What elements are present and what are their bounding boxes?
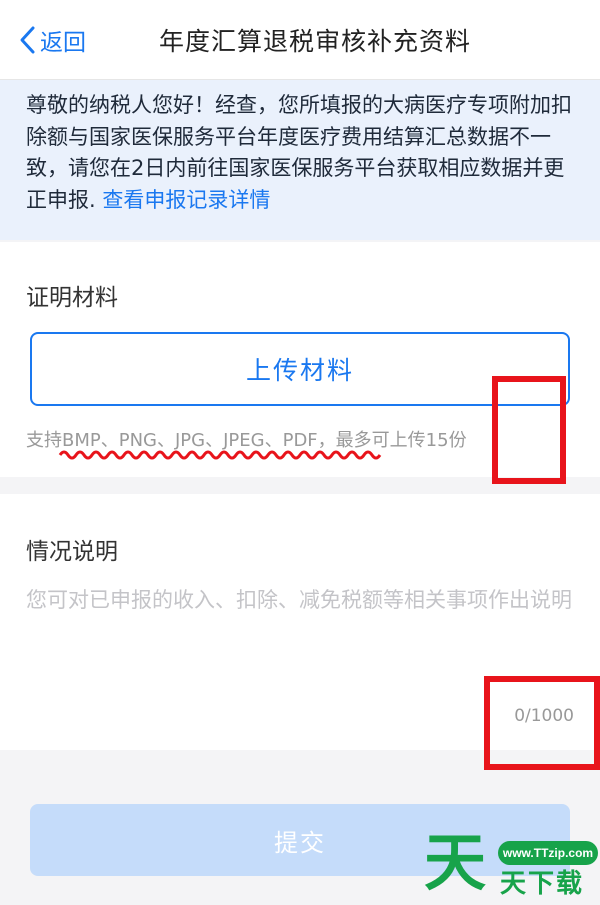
annotation-box-counter [484,676,600,770]
proof-materials-title: 证明材料 [26,285,118,311]
situation-description-title: 情况说明 [26,539,118,565]
page-title: 年度汇算退税审核补充资料 [158,27,471,56]
upload-materials-button[interactable]: 上传材料 [30,332,570,406]
watermark-url: www.TTzip.com [498,841,598,865]
watermark-logo-char: 天 [424,826,487,899]
notice-text-block: 尊敬的纳税人您好！经查，您所填报的大病医疗专项附加扣除额与国家医保服务平台年度医… [26,90,578,216]
view-declaration-record-link[interactable]: 查看申报记录详情 [102,188,270,212]
annotation-box-upload-limit [492,376,566,484]
site-watermark: 天 www.TTzip.com 天下载 [424,826,600,905]
notice-banner: 尊敬的纳税人您好！经查，您所填报的大病医疗专项附加扣除额与国家医保服务平台年度医… [0,80,600,240]
red-squiggle-underline [58,450,382,460]
watermark-site-name: 天下载 [500,869,585,899]
description-textarea[interactable] [26,584,586,674]
navigation-bar: 返回 年度汇算退税审核补充资料 [0,0,600,80]
